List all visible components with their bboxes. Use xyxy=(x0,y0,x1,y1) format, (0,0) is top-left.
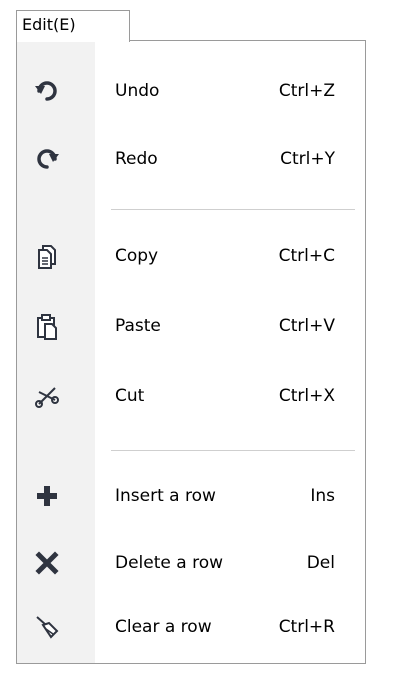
menu-item-shortcut: Ctrl+Y xyxy=(280,149,335,169)
edit-menu-title[interactable]: Edit(E) xyxy=(16,10,130,42)
menu-item-shortcut: Ins xyxy=(310,486,335,506)
separator xyxy=(111,209,355,210)
menu-item-paste[interactable]: Paste Ctrl+V xyxy=(17,296,365,356)
menu-item-shortcut: Del xyxy=(306,553,335,573)
menu-item-shortcut: Ctrl+R xyxy=(278,617,335,637)
menu-item-label: Cut xyxy=(115,386,145,406)
menu-item-label: Copy xyxy=(115,246,159,266)
menu-item-redo[interactable]: Redo Ctrl+Y xyxy=(17,129,365,189)
paste-icon xyxy=(31,310,63,342)
menu-item-label: Undo xyxy=(115,81,160,101)
menu-item-insert-row[interactable]: Insert a row Ins xyxy=(17,466,365,526)
x-icon xyxy=(31,547,63,579)
plus-icon xyxy=(31,480,63,512)
menu-item-delete-row[interactable]: Delete a row Del xyxy=(17,533,365,593)
redo-icon xyxy=(31,143,63,175)
undo-icon xyxy=(31,75,63,107)
menu-item-clear-row[interactable]: Clear a row Ctrl+R xyxy=(17,597,365,657)
separator xyxy=(111,450,355,451)
menu-item-label: Delete a row xyxy=(115,553,224,573)
menu-item-shortcut: Ctrl+C xyxy=(278,246,335,266)
menu-item-shortcut: Ctrl+V xyxy=(278,316,335,336)
edit-menu-dropdown: Undo Ctrl+Z Redo Ctrl+Y Copy Ctrl+C Past… xyxy=(16,40,366,664)
scissors-icon xyxy=(31,380,63,412)
menu-item-undo[interactable]: Undo Ctrl+Z xyxy=(17,61,365,121)
menu-item-cut[interactable]: Cut Ctrl+X xyxy=(17,366,365,426)
copy-icon xyxy=(31,240,63,272)
menu-bar: Edit(E) xyxy=(0,0,397,42)
menu-item-shortcut: Ctrl+Z xyxy=(278,81,335,101)
menu-item-label: Clear a row xyxy=(115,617,212,637)
menu-item-label: Insert a row xyxy=(115,486,216,506)
menu-item-shortcut: Ctrl+X xyxy=(278,386,335,406)
menu-item-copy[interactable]: Copy Ctrl+C xyxy=(17,226,365,286)
menu-item-label: Paste xyxy=(115,316,161,336)
broom-icon xyxy=(31,611,63,643)
menu-item-label: Redo xyxy=(115,149,158,169)
